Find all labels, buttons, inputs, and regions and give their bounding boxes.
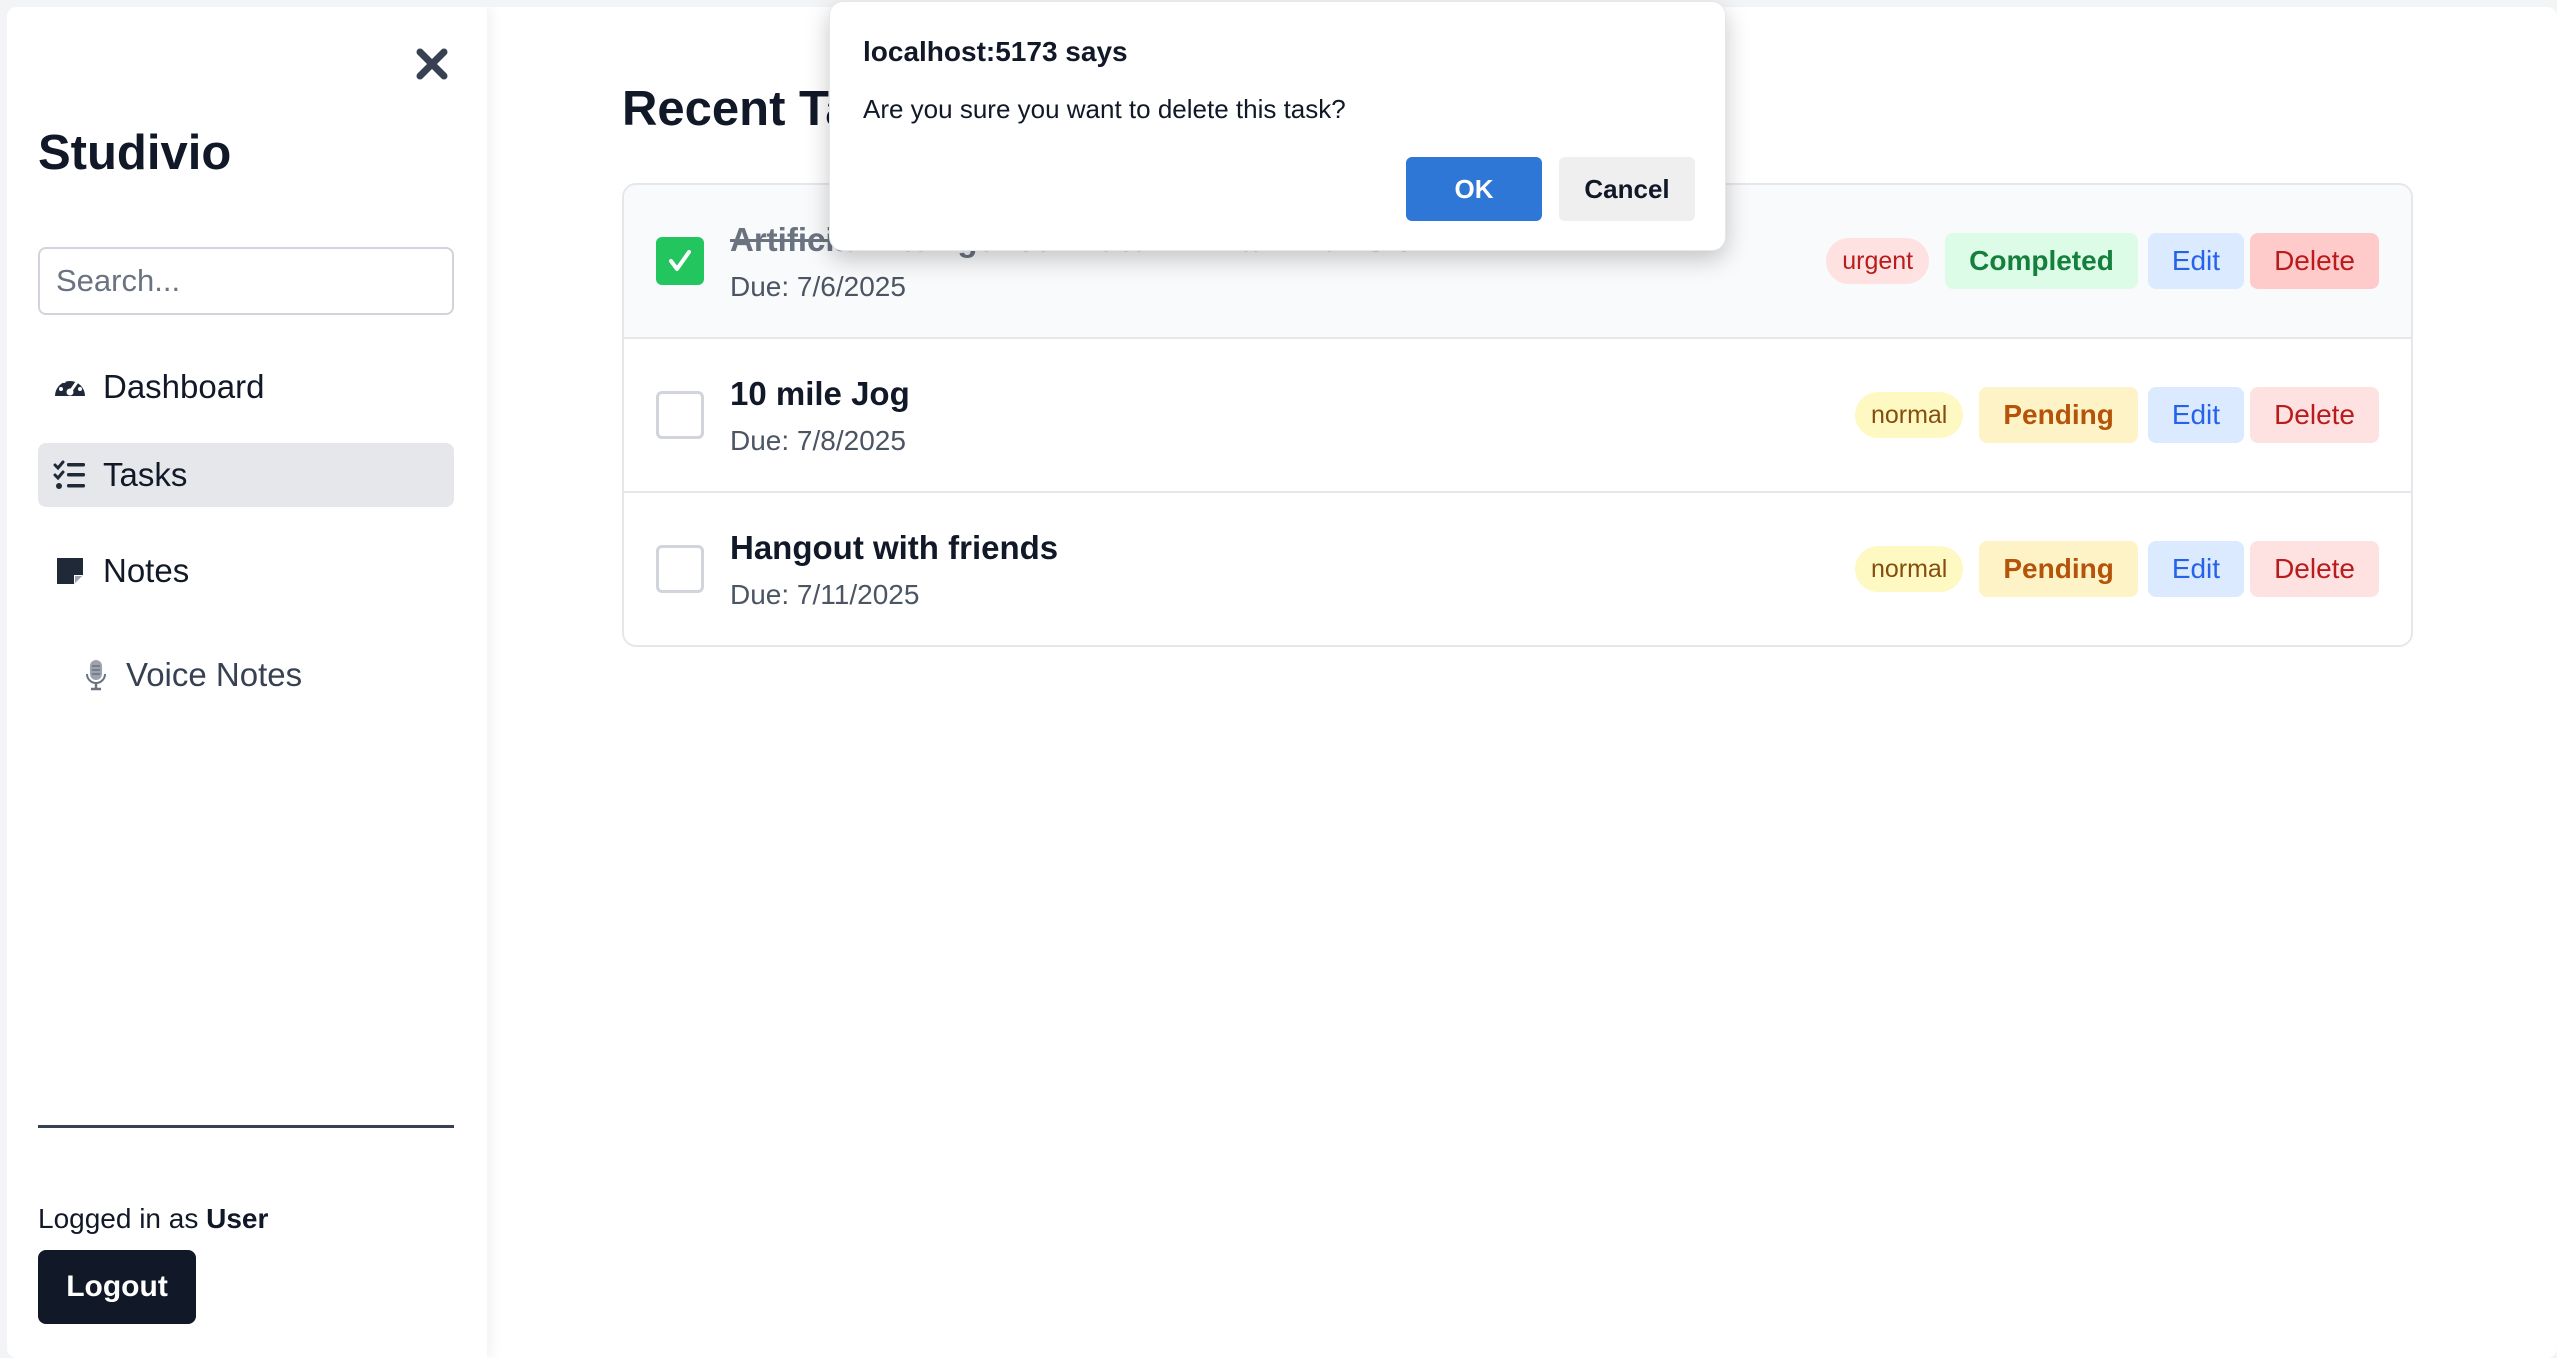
dialog-title: localhost:5173 says [863, 36, 1128, 67]
task-checkbox[interactable] [656, 237, 704, 285]
edit-button[interactable]: Edit [2147, 541, 2245, 597]
logged-in-text: Logged in as User [38, 1203, 268, 1235]
brand-title: Studivio [38, 126, 232, 180]
logout-button[interactable]: Logout [38, 1250, 196, 1324]
close-icon [416, 48, 448, 80]
sidebar: Studivio Dashboard [7, 7, 487, 1358]
task-checkbox[interactable] [656, 545, 704, 593]
checkmark-icon [669, 250, 691, 271]
task-due-date: Due: 7/11/2025 [730, 579, 920, 610]
nav-label-dashboard: Dashboard [103, 368, 265, 405]
task-due-date: Due: 7/6/2025 [730, 271, 906, 302]
dialog-message: Are you sure you want to delete this tas… [863, 94, 1346, 124]
delete-button[interactable]: Delete [2250, 387, 2379, 443]
sidebar-divider [38, 1125, 454, 1128]
nav-label-notes: Notes [103, 552, 190, 589]
search-input[interactable] [38, 247, 454, 315]
sticky-note-icon [52, 553, 88, 589]
microphone-icon [78, 657, 114, 693]
status-toggle-button[interactable]: Pending [1979, 541, 2138, 597]
priority-badge: normal [1854, 546, 1964, 592]
task-row: Hangout with friends Due: 7/11/2025 norm… [624, 493, 2411, 645]
task-checkbox[interactable] [656, 391, 704, 439]
edit-button[interactable]: Edit [2147, 233, 2245, 289]
username: User [206, 1203, 269, 1234]
task-title: Hangout with friends [730, 529, 1059, 566]
task-due-date: Due: 7/8/2025 [730, 425, 906, 456]
nav-item-tasks[interactable]: Tasks [38, 443, 454, 507]
task-actions: normal Pending Edit Delete [1854, 541, 2379, 597]
edit-button[interactable]: Edit [2147, 387, 2245, 443]
nav-label-tasks: Tasks [103, 456, 188, 493]
task-list-icon [52, 457, 88, 493]
nav-item-dashboard[interactable]: Dashboard [38, 355, 454, 419]
delete-button[interactable]: Delete [2250, 541, 2379, 597]
task-list: Artificial Intelligence Midterm Exam Rev… [622, 183, 2413, 647]
status-toggle-button[interactable]: Completed [1945, 233, 2138, 289]
close-sidebar-button[interactable] [407, 39, 457, 89]
status-toggle-button[interactable]: Pending [1979, 387, 2138, 443]
ok-button[interactable]: OK [1406, 157, 1542, 221]
cancel-button[interactable]: Cancel [1559, 157, 1695, 221]
task-row: 10 mile Jog Due: 7/8/2025 normal Pending… [624, 339, 2411, 493]
priority-badge: normal [1854, 392, 1964, 438]
logged-in-prefix: Logged in as [38, 1203, 199, 1234]
confirm-dialog: localhost:5173 says Are you sure you wan… [829, 1, 1726, 251]
nav-item-voice-notes[interactable]: Voice Notes [38, 643, 454, 707]
priority-badge: urgent [1826, 238, 1930, 284]
dashboard-gauge-icon [52, 369, 88, 405]
task-actions: normal Pending Edit Delete [1854, 387, 2379, 443]
task-title: 10 mile Jog [730, 375, 910, 412]
task-actions: urgent Completed Edit Delete [1826, 233, 2379, 289]
nav-item-notes[interactable]: Notes [38, 539, 454, 603]
delete-button[interactable]: Delete [2250, 233, 2379, 289]
nav-label-voice-notes: Voice Notes [126, 656, 303, 693]
